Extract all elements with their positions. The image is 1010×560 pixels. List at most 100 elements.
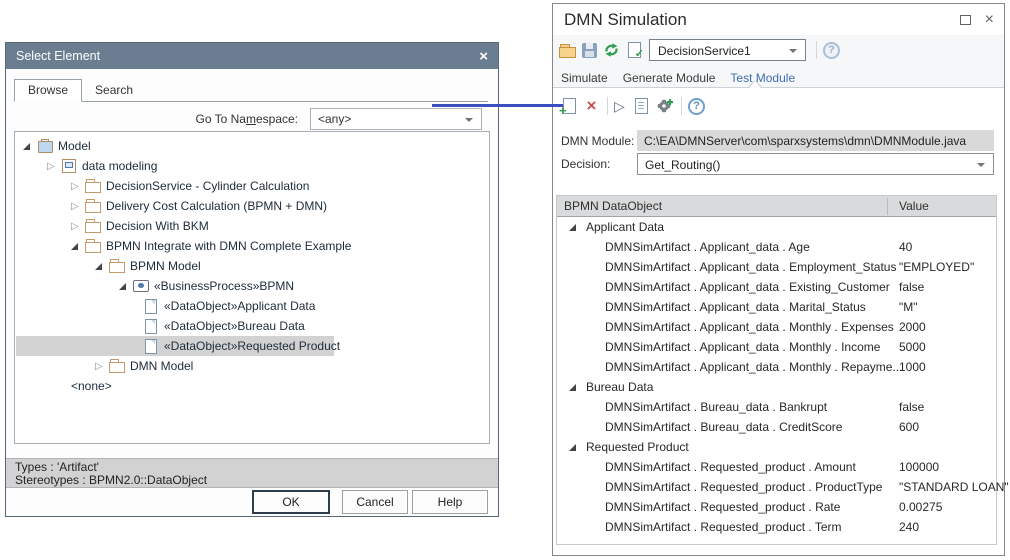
- table-row[interactable]: DMNSimArtifact . Requested_product . Ter…: [557, 517, 996, 537]
- table-row[interactable]: DMNSimArtifact . Bureau_data . CreditSco…: [557, 417, 996, 437]
- table-row[interactable]: DMNSimArtifact . Applicant_data . Existi…: [557, 277, 996, 297]
- tree-item-label: BPMN Model: [130, 259, 201, 273]
- stereotypes-line: Stereotypes : BPMN2.0::DataObject: [15, 474, 498, 487]
- tree-item-label: Delivery Cost Calculation (BPMN + DMN): [106, 199, 327, 213]
- tree-item[interactable]: «DataObject»Requested Product: [15, 336, 489, 356]
- row-label: DMNSimArtifact . Applicant_data . Age: [605, 240, 810, 254]
- table-header[interactable]: BPMN DataObject Value: [557, 196, 996, 217]
- validate-icon[interactable]: ✓: [626, 42, 643, 58]
- run-icon[interactable]: ▷: [614, 98, 627, 114]
- tree-item-label: Model: [58, 139, 91, 153]
- add-dataobject-icon[interactable]: +: [561, 98, 578, 114]
- table-row[interactable]: Bureau Data: [557, 377, 996, 397]
- close-icon[interactable]: ×: [985, 12, 994, 28]
- expand-arrow-icon[interactable]: ▷: [71, 201, 85, 212]
- table-row[interactable]: DMNSimArtifact . Applicant_data . Employ…: [557, 257, 996, 277]
- tree-item-label: «DataObject»Requested Product: [164, 339, 340, 353]
- tree-item[interactable]: ▷ DMN Model: [15, 356, 489, 376]
- refresh-icon[interactable]: [603, 42, 620, 58]
- column-header-value: Value: [899, 199, 929, 213]
- row-value: 40: [899, 240, 912, 254]
- tab-browse[interactable]: Browse: [14, 79, 82, 102]
- expand-arrow-icon[interactable]: [95, 263, 109, 270]
- table-row[interactable]: Applicant Data: [557, 217, 996, 237]
- chevron-down-icon: [977, 163, 985, 167]
- maximize-icon[interactable]: [960, 15, 971, 25]
- table-row[interactable]: DMNSimArtifact . Requested_product . Rat…: [557, 497, 996, 517]
- row-label: DMNSimArtifact . Requested_product . Pro…: [605, 480, 882, 494]
- table-row[interactable]: DMNSimArtifact . Applicant_data . Monthl…: [557, 317, 996, 337]
- expand-arrow-icon[interactable]: ▷: [47, 161, 61, 172]
- folder-icon: [109, 259, 126, 273]
- tab-search[interactable]: Search: [82, 80, 146, 101]
- expand-arrow-icon[interactable]: [71, 243, 85, 250]
- dmn-module-path: C:\EA\DMNServer\com\sparxsystems\dmn\DMN…: [637, 130, 994, 151]
- tree-item[interactable]: «DataObject»Applicant Data: [15, 296, 489, 316]
- ok-button[interactable]: OK: [252, 490, 330, 514]
- tree-item[interactable]: ▷ Decision With BKM: [15, 216, 489, 236]
- table-row[interactable]: DMNSimArtifact . Requested_product . Amo…: [557, 457, 996, 477]
- tab-simulate[interactable]: Simulate: [561, 68, 608, 88]
- tree-item[interactable]: <none>: [15, 376, 489, 396]
- close-icon[interactable]: ×: [479, 49, 488, 64]
- decision-label: Decision:: [561, 157, 610, 171]
- row-value: 240: [899, 520, 919, 534]
- tree-item[interactable]: ▷ Delivery Cost Calculation (BPMN + DMN): [15, 196, 489, 216]
- table-row[interactable]: DMNSimArtifact . Applicant_data . Age 40: [557, 237, 996, 257]
- tree-item[interactable]: «DataObject»Bureau Data: [15, 316, 489, 336]
- row-label: DMNSimArtifact . Applicant_data . Monthl…: [605, 320, 894, 334]
- status-panel: Types : 'Artifact' Stereotypes : BPMN2.0…: [6, 458, 498, 488]
- document-icon: [143, 299, 160, 313]
- help-icon[interactable]: ?: [688, 98, 705, 115]
- tab-generate-module[interactable]: Generate Module: [623, 68, 716, 88]
- table-row[interactable]: DMNSimArtifact . Applicant_data . Marita…: [557, 297, 996, 317]
- generate-module-icon[interactable]: [656, 98, 673, 114]
- decision-service-dropdown[interactable]: DecisionService1: [649, 39, 806, 61]
- expand-arrow-icon[interactable]: [119, 283, 133, 290]
- expand-arrow-icon[interactable]: [23, 143, 37, 150]
- row-label: DMNSimArtifact . Applicant_data . Marita…: [605, 300, 866, 314]
- column-divider[interactable]: [887, 198, 888, 215]
- cancel-button[interactable]: Cancel: [342, 490, 408, 514]
- row-label: DMNSimArtifact . Bureau_data . Bankrupt: [605, 400, 827, 414]
- help-button[interactable]: Help: [412, 490, 488, 514]
- chevron-down-icon: [465, 118, 473, 122]
- namespace-dropdown[interactable]: <any>: [310, 108, 482, 130]
- expand-arrow-icon[interactable]: ▷: [71, 181, 85, 192]
- row-label: DMNSimArtifact . Applicant_data . Monthl…: [605, 340, 880, 354]
- window-titlebar[interactable]: DMN Simulation ×: [553, 4, 1004, 35]
- tree-item[interactable]: ▷ data modeling: [15, 156, 489, 176]
- row-label: Bureau Data: [586, 380, 653, 394]
- help-icon[interactable]: ?: [823, 42, 840, 59]
- document-icon: [143, 319, 160, 333]
- column-header-dataobject: BPMN DataObject: [564, 199, 662, 213]
- expand-arrow-icon[interactable]: ▷: [95, 361, 109, 372]
- expand-arrow-icon[interactable]: ▷: [71, 221, 85, 232]
- row-value: 5000: [899, 340, 926, 354]
- view-source-icon[interactable]: [633, 98, 650, 114]
- diagram-icon: [133, 279, 150, 293]
- tree-item[interactable]: ▷ DecisionService - Cylinder Calculation: [15, 176, 489, 196]
- open-folder-icon[interactable]: [559, 42, 576, 58]
- table-row[interactable]: Requested Product: [557, 437, 996, 457]
- dialog-titlebar[interactable]: Select Element ×: [6, 43, 498, 69]
- tree-item[interactable]: Model: [15, 136, 489, 156]
- tree-item[interactable]: BPMN Integrate with DMN Complete Example: [15, 236, 489, 256]
- table-row[interactable]: DMNSimArtifact . Requested_product . Pro…: [557, 477, 996, 497]
- table-row[interactable]: DMNSimArtifact . Applicant_data . Monthl…: [557, 357, 996, 377]
- table-row[interactable]: DMNSimArtifact . Applicant_data . Monthl…: [557, 337, 996, 357]
- row-value: false: [899, 280, 924, 294]
- tree-item-label: DMN Model: [130, 359, 193, 373]
- row-label: DMNSimArtifact . Requested_product . Amo…: [605, 460, 856, 474]
- delete-icon[interactable]: ×: [584, 98, 599, 114]
- tree-item[interactable]: BPMN Model: [15, 256, 489, 276]
- table-row[interactable]: DMNSimArtifact . Bureau_data . Bankrupt …: [557, 397, 996, 417]
- folder-icon: [85, 219, 102, 233]
- element-tree[interactable]: Model ▷ data modeling ▷ DecisionService …: [14, 131, 490, 444]
- row-label: DMNSimArtifact . Applicant_data . Monthl…: [605, 360, 902, 374]
- tree-item-label: Decision With BKM: [106, 219, 209, 233]
- tree-item[interactable]: «BusinessProcess»BPMN: [15, 276, 489, 296]
- decision-dropdown[interactable]: Get_Routing(): [637, 153, 994, 175]
- save-icon[interactable]: [582, 43, 597, 58]
- toolbar-separator: [681, 97, 682, 115]
